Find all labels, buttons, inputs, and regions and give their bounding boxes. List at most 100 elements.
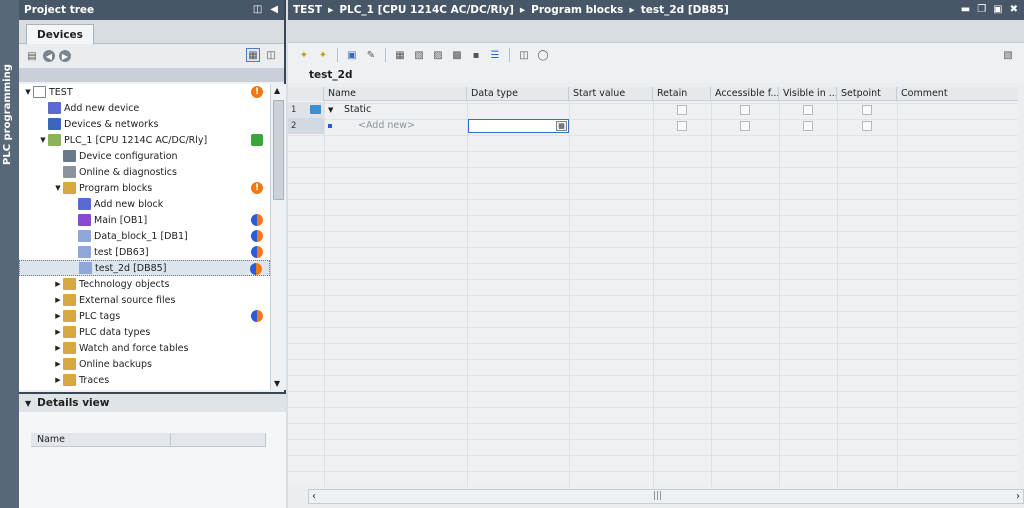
tree-item[interactable]: Device configuration (19, 148, 270, 164)
header-visible[interactable]: Visible in ... (779, 87, 837, 101)
row-name[interactable]: Static (344, 102, 371, 118)
expand-all-icon[interactable]: ▣ (344, 48, 360, 62)
split-view-icon[interactable]: ◫ (253, 4, 262, 15)
collapse-all-icon[interactable]: ✎ (363, 48, 379, 62)
tree-item-label: PLC_1 [CPU 1214C AC/DC/Rly] (64, 134, 208, 146)
table-row[interactable]: 2 <Add new> ▦ (288, 118, 1018, 134)
tree-item[interactable]: ▼ TEST! (19, 84, 270, 100)
monitor-glasses-icon[interactable]: ◯ (535, 48, 551, 62)
tree-item[interactable]: ▶ Watch and force tables (19, 340, 270, 356)
header-name[interactable]: Name (324, 87, 467, 101)
scroll-up-icon[interactable]: ▲ (274, 86, 280, 95)
data-type-input[interactable]: ▦ (468, 119, 569, 133)
add-new-row[interactable]: <Add new> (358, 118, 415, 134)
collapse-left-icon[interactable]: ◀ (270, 4, 278, 15)
monitor-icon[interactable]: ▩ (449, 48, 465, 62)
tree-scrollbar[interactable]: ▲ ▼ (270, 84, 286, 390)
static-section-icon (310, 105, 321, 114)
tree-item[interactable]: ▶ PLC tags (19, 308, 270, 324)
tree-item[interactable]: Add new device (19, 100, 270, 116)
header-data-type[interactable]: Data type (467, 87, 569, 101)
visible-checkbox[interactable] (803, 121, 813, 131)
horizontal-scrollbar[interactable]: ‹ ||| › (308, 489, 1024, 504)
header-start-value[interactable]: Start value (569, 87, 653, 101)
editor-tab-strip (288, 20, 1024, 43)
float-icon[interactable]: ▣ (993, 4, 1002, 15)
close-icon[interactable]: ✖ (1010, 4, 1018, 15)
accessible-checkbox[interactable] (740, 121, 750, 131)
keep-values-icon[interactable]: ◫ (516, 48, 532, 62)
collapse-arrow-icon[interactable]: ▶ (53, 312, 63, 320)
plc-programming-side-tab[interactable]: PLC programming (0, 0, 19, 508)
collapse-arrow-icon[interactable]: ▶ (53, 344, 63, 352)
list-view-icon[interactable]: ☰ (487, 48, 503, 62)
tree-item[interactable]: Devices & networks (19, 116, 270, 132)
accessible-checkbox[interactable] (740, 105, 750, 115)
add-row-icon[interactable]: ✦ (315, 48, 331, 62)
scroll-down-icon[interactable]: ▼ (274, 379, 280, 388)
tree-item[interactable]: Add new block (19, 196, 270, 212)
setpoint-checkbox[interactable] (862, 105, 872, 115)
tree-item[interactable]: Data_block_1 [DB1] (19, 228, 270, 244)
folder-icon (63, 342, 76, 354)
reset-icon[interactable]: ▪ (468, 48, 484, 62)
retain-checkbox[interactable] (677, 105, 687, 115)
breadcrumb-2[interactable]: Program blocks (531, 4, 623, 16)
breadcrumb-3[interactable]: test_2d [DB85] (641, 4, 729, 16)
tree-item[interactable]: ▶ Traces (19, 372, 270, 388)
details-expand-icon[interactable]: ▼ (25, 399, 31, 408)
expand-arrow-icon[interactable]: ▼ (38, 136, 48, 144)
setpoint-checkbox[interactable] (862, 121, 872, 131)
scroll-right-icon[interactable]: › (1016, 491, 1020, 502)
collapse-arrow-icon[interactable]: ▶ (53, 296, 63, 304)
tree-item[interactable]: test_2d [DB85] (19, 260, 270, 276)
tree-item[interactable]: ▶ PLC data types (19, 324, 270, 340)
snapshot-icon[interactable]: ▦ (392, 48, 408, 62)
header-retain[interactable]: Retain (653, 87, 711, 101)
load-start-values-icon[interactable]: ▨ (430, 48, 446, 62)
header-accessible[interactable]: Accessible f... (711, 87, 779, 101)
tree-item[interactable]: ▶ External source files (19, 292, 270, 308)
overview-icon[interactable]: ◫ (264, 48, 278, 62)
db-block-icon (78, 230, 91, 242)
tree-item[interactable]: Online & diagnostics (19, 164, 270, 180)
forward-icon[interactable]: ▶ (59, 50, 71, 62)
restore-icon[interactable]: ❐ (977, 4, 986, 15)
tree-item[interactable]: ▼ PLC_1 [CPU 1214C AC/DC/Rly] (19, 132, 270, 148)
table-view-icon[interactable]: ▦ (246, 48, 260, 62)
tree-item[interactable]: test [DB63] (19, 244, 270, 260)
breadcrumb-0[interactable]: TEST (293, 4, 322, 16)
expand-arrow-icon[interactable]: ▼ (53, 184, 63, 192)
collapse-arrow-icon[interactable]: ▶ (53, 280, 63, 288)
side-tab-label: PLC programming (2, 64, 13, 165)
back-icon[interactable]: ◀ (43, 50, 55, 62)
copy-snapshot-icon[interactable]: ▧ (411, 48, 427, 62)
minimize-icon[interactable]: ▬ (961, 4, 970, 15)
header-comment[interactable]: Comment (897, 87, 1018, 101)
col-line (569, 87, 570, 487)
table-row[interactable]: 1 ▼ Static (288, 102, 1018, 118)
tab-devices[interactable]: Devices (26, 24, 94, 44)
details-column-name[interactable]: Name (31, 433, 171, 446)
expand-arrow-icon[interactable]: ▼ (23, 88, 33, 96)
task-card-icon[interactable]: ▧ (1000, 48, 1016, 62)
collapse-arrow-icon[interactable]: ▶ (53, 328, 63, 336)
new-item-icon[interactable]: ▤ (25, 49, 39, 63)
retain-checkbox[interactable] (677, 121, 687, 131)
insert-row-icon[interactable]: ✦ (296, 48, 312, 62)
header-setpoint[interactable]: Setpoint (837, 87, 897, 101)
breadcrumb-1[interactable]: PLC_1 [CPU 1214C AC/DC/Rly] (339, 4, 514, 16)
tree-item[interactable]: Main [OB1] (19, 212, 270, 228)
details-view-header[interactable]: ▼ Details view (19, 392, 286, 412)
collapse-arrow-icon[interactable]: ▶ (53, 376, 63, 384)
data-type-picker-icon[interactable]: ▦ (556, 121, 567, 131)
tree-item[interactable]: ▶ Online backups (19, 356, 270, 372)
collapse-arrow-icon[interactable]: ▶ (53, 360, 63, 368)
scroll-left-icon[interactable]: ‹ (312, 491, 316, 502)
visible-checkbox[interactable] (803, 105, 813, 115)
scroll-grip-icon[interactable]: ||| (653, 491, 662, 501)
tree-scroll-thumb[interactable] (273, 100, 284, 200)
expand-arrow-icon[interactable]: ▼ (328, 102, 333, 118)
tree-item[interactable]: ▼ Program blocks! (19, 180, 270, 196)
tree-item[interactable]: ▶ Technology objects (19, 276, 270, 292)
